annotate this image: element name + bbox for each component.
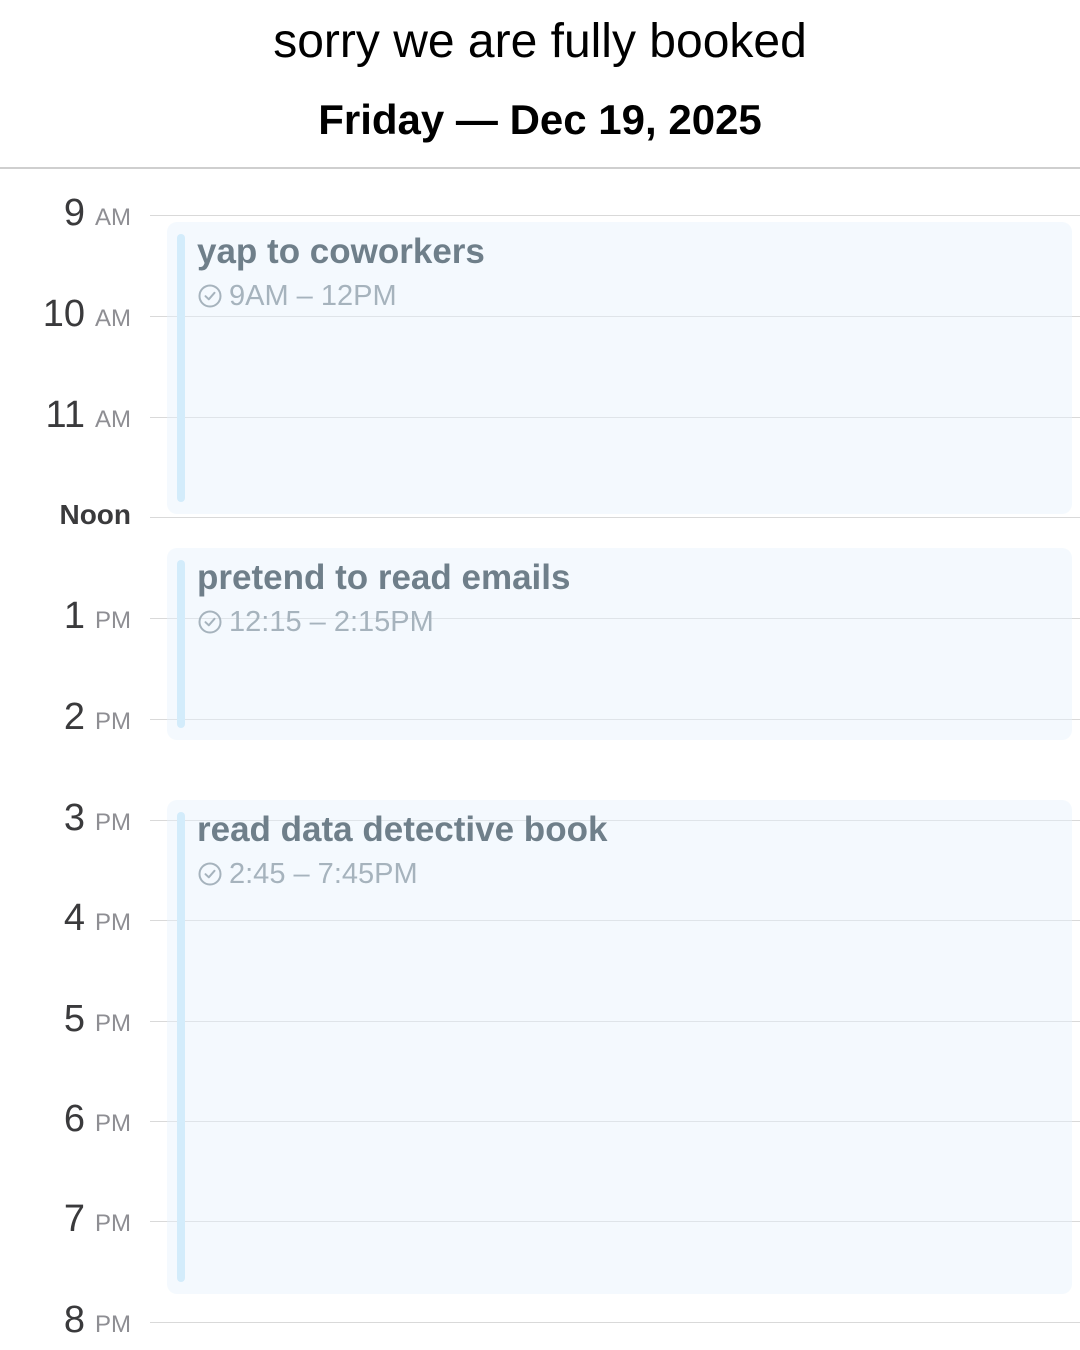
clock-icon (198, 610, 222, 634)
event-title: read data detective book (197, 810, 608, 849)
calendar-event[interactable]: yap to coworkers 9AM – 12PM (167, 222, 1072, 514)
event-accent-bar (177, 560, 185, 728)
hour-label: Noon (59, 499, 131, 530)
event-time-text: 12:15 – 2:15PM (229, 606, 434, 638)
calendar-event[interactable]: pretend to read emails 12:15 – 2:15PM (167, 548, 1072, 740)
hour-label: 6 PM (63, 1098, 131, 1140)
event-time: 2:45 – 7:45PM (197, 856, 418, 892)
event-title: pretend to read emails (197, 558, 571, 597)
hour-label: 9 AM (63, 192, 131, 234)
hour-gridline (150, 215, 1080, 216)
hour-label: 1 PM (63, 595, 131, 637)
clock-icon (198, 284, 222, 308)
calendar-event[interactable]: read data detective book 2:45 – 7:45PM (167, 800, 1072, 1294)
event-accent-bar (177, 234, 185, 502)
hour-label: 3 PM (63, 797, 131, 839)
hour-label: 8 PM (63, 1299, 131, 1341)
event-title: yap to coworkers (197, 232, 485, 271)
hour-label: 5 PM (63, 998, 131, 1040)
event-time-text: 9AM – 12PM (229, 280, 397, 312)
hour-label: 11 AM (45, 394, 131, 436)
hour-label: 4 PM (63, 897, 131, 939)
day-timeline[interactable]: 9 AM 10 AM 11 AM Noon 1 PM 2 PM 3 PM 4 PM 5 PM 6… (0, 0, 1080, 1350)
event-time: 12:15 – 2:15PM (197, 604, 434, 640)
hour-gridline (150, 517, 1080, 518)
event-time-text: 2:45 – 7:45PM (229, 858, 418, 890)
hour-label: 10 AM (42, 293, 131, 335)
hour-label: 2 PM (63, 696, 131, 738)
hour-gridline (150, 1322, 1080, 1323)
event-accent-bar (177, 812, 185, 1282)
clock-icon (198, 862, 222, 886)
event-time: 9AM – 12PM (197, 278, 397, 314)
hour-label: 7 PM (63, 1198, 131, 1240)
